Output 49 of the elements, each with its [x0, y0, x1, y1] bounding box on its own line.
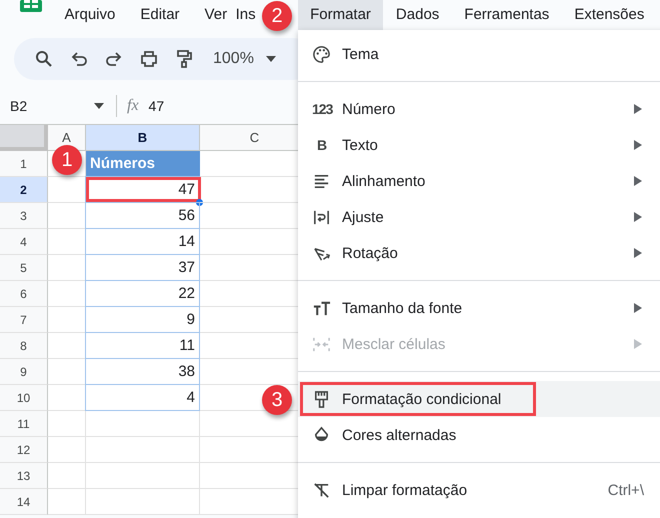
menu-item[interactable]: Tamanho da fonte — [298, 290, 660, 326]
menu-item[interactable]: 123 Número — [298, 91, 660, 127]
menu-item[interactable]: Dados — [383, 0, 452, 30]
table-cell: 37 — [85, 254, 200, 281]
row-header[interactable]: 13 — [0, 463, 48, 489]
table-cell: 11 — [85, 332, 200, 359]
formula-input[interactable]: 47 — [148, 98, 164, 114]
format-icon: 123 — [312, 101, 331, 117]
column-header[interactable]: A — [48, 125, 86, 151]
row-header[interactable]: 7 — [0, 307, 48, 333]
row-header[interactable]: 6 — [0, 281, 48, 307]
menu-item[interactable]: Extensões — [562, 0, 657, 30]
menu-item[interactable]: Cores alternadas — [298, 417, 660, 453]
function-label: fx — [127, 97, 139, 115]
table-header-cell: Números — [86, 151, 200, 177]
menu-item[interactable]: Limpar formatação Ctrl+\ — [298, 472, 660, 508]
menu-item[interactable]: Ajuste — [298, 199, 660, 235]
shortcut-label: Ctrl+\ — [608, 482, 644, 498]
row-header[interactable]: 8 — [0, 333, 48, 359]
table-cell: 47 — [85, 176, 200, 203]
menu-item[interactable]: Formatar — [298, 0, 384, 30]
table-cell: 14 — [85, 228, 200, 255]
menu-item[interactable]: Formatação condicional — [298, 381, 660, 417]
row-header[interactable]: 11 — [0, 411, 48, 437]
menu-item[interactable]: Editar — [128, 0, 192, 30]
table-cell: 56 — [85, 202, 200, 229]
table-cell: 22 — [85, 280, 200, 307]
table-cell: 38 — [85, 358, 200, 385]
table-cell: 9 — [85, 306, 200, 333]
row-header[interactable]: 14 — [0, 489, 48, 515]
step-badge: 2 — [262, 1, 292, 31]
menu-item[interactable]: Rotação — [298, 235, 660, 271]
zoom-dropdown[interactable]: 100% — [209, 50, 276, 68]
menu-item[interactable]: Tema — [298, 36, 660, 72]
menu-item[interactable]: Arquivo — [52, 0, 128, 30]
menu-item[interactable]: Ferramentas — [452, 0, 562, 30]
row-header[interactable]: 9 — [0, 359, 48, 385]
name-box[interactable]: B2 — [0, 98, 108, 114]
row-header[interactable]: 3 — [0, 203, 48, 229]
row-header[interactable]: 1 — [0, 151, 48, 177]
row-header[interactable]: 10 — [0, 385, 48, 411]
row-header[interactable]: 12 — [0, 437, 48, 463]
table-cell: 4 — [85, 384, 200, 411]
row-header[interactable]: 4 — [0, 229, 48, 255]
row-header[interactable]: 2 — [0, 177, 48, 203]
column-header[interactable]: B — [86, 125, 200, 151]
row-header[interactable]: 5 — [0, 255, 48, 281]
format-icon: B — [312, 137, 331, 153]
menu-item[interactable]: Alinhamento — [298, 163, 660, 199]
